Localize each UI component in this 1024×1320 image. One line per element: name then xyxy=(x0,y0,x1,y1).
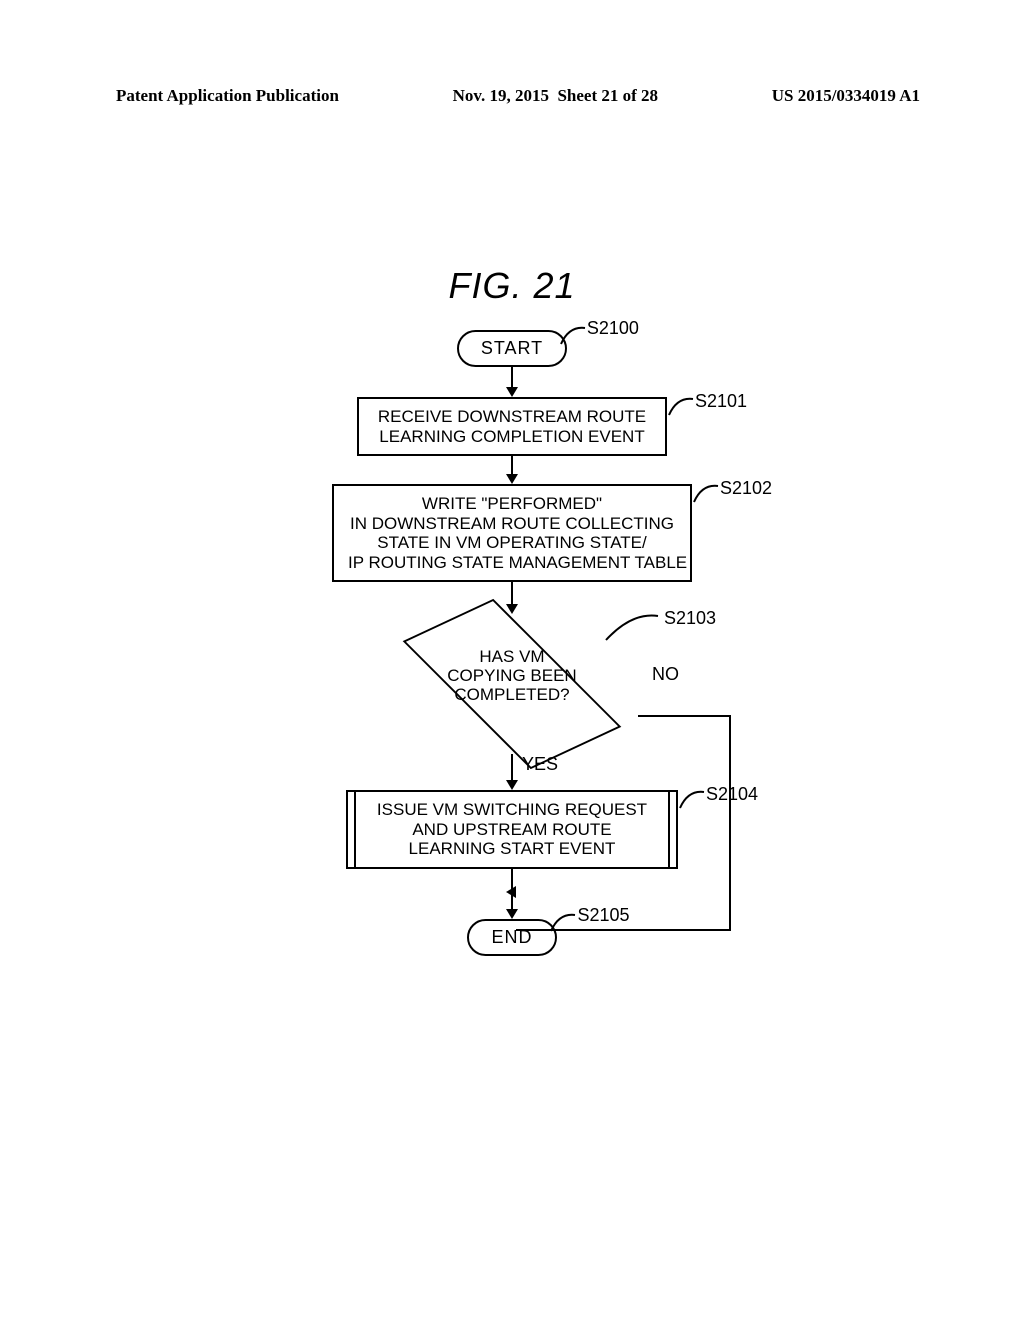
arrow-down-icon xyxy=(506,909,518,919)
header-mid: Nov. 19, 2015 Sheet 21 of 28 xyxy=(453,86,658,106)
branch-no-label: NO xyxy=(652,664,679,685)
step-label: S2104 xyxy=(706,784,758,805)
node-process: WRITE "PERFORMED" IN DOWNSTREAM ROUTE CO… xyxy=(332,484,692,582)
process-text: WRITE "PERFORMED" IN DOWNSTREAM ROUTE CO… xyxy=(348,494,687,572)
node-end: END xyxy=(467,919,556,956)
figure-title: FIG. 21 xyxy=(0,265,1024,307)
arrow-down-icon xyxy=(506,387,518,397)
decision-text: HAS VM COPYING BEEN COMPLETED? xyxy=(384,648,640,704)
step-label: S2100 xyxy=(587,318,639,339)
arrow-down-icon xyxy=(506,780,518,790)
process-text: RECEIVE DOWNSTREAM ROUTE LEARNING COMPLE… xyxy=(378,407,646,446)
node-decision: HAS VM COPYING BEEN COMPLETED? xyxy=(384,614,640,754)
flowchart: START S2100 RECEIVE DOWNSTREAM ROUTE LEA… xyxy=(0,330,1024,956)
process-text: ISSUE VM SWITCHING REQUEST AND UPSTREAM … xyxy=(377,800,647,858)
node-process: RECEIVE DOWNSTREAM ROUTE LEARNING COMPLE… xyxy=(357,397,667,456)
step-label: S2102 xyxy=(720,478,772,499)
branch-yes-label: YES xyxy=(522,754,558,775)
doc-header: Patent Application Publication Nov. 19, … xyxy=(116,86,920,106)
arrow-left-icon xyxy=(506,886,516,898)
step-label: S2101 xyxy=(695,391,747,412)
header-right: US 2015/0334019 A1 xyxy=(772,86,920,106)
step-label: S2103 xyxy=(664,608,716,629)
header-left: Patent Application Publication xyxy=(116,86,339,106)
arrow-down-icon xyxy=(506,474,518,484)
node-subprocess: ISSUE VM SWITCHING REQUEST AND UPSTREAM … xyxy=(346,790,678,869)
step-label: S2105 xyxy=(577,905,629,926)
node-start: START xyxy=(457,330,567,367)
